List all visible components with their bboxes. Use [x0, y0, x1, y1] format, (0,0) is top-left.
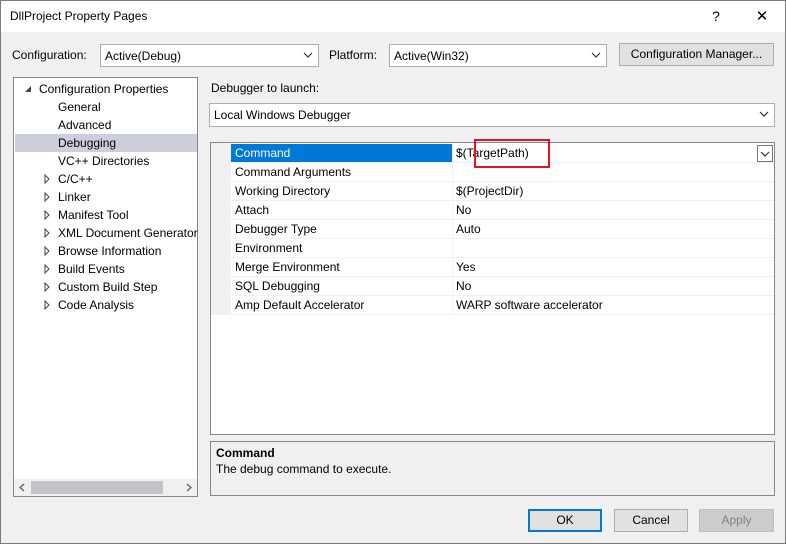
- apply-button[interactable]: Apply: [699, 509, 774, 532]
- platform-value: Active(Win32): [394, 49, 469, 63]
- grid-gutter: [211, 143, 231, 315]
- debugger-label: Debugger to launch:: [211, 81, 320, 95]
- description-text: The debug command to execute.: [216, 462, 392, 476]
- expand-triangle-icon[interactable]: [42, 282, 52, 292]
- property-value[interactable]: No: [453, 277, 753, 295]
- property-row[interactable]: Amp Default Accelerator WARP software acc…: [231, 296, 774, 315]
- scrollbar-thumb[interactable]: [31, 481, 163, 494]
- tree-item-xml-document-generator[interactable]: XML Document Generator: [58, 224, 198, 242]
- horizontal-scrollbar[interactable]: [14, 479, 197, 496]
- property-row[interactable]: Command Arguments: [231, 163, 774, 182]
- window-title: DllProject Property Pages: [10, 9, 148, 23]
- configuration-value: Active(Debug): [105, 49, 182, 63]
- tree-item-code-analysis[interactable]: Code Analysis: [58, 296, 134, 314]
- scroll-left-icon[interactable]: [18, 483, 26, 492]
- chevron-down-icon: [591, 52, 601, 58]
- debugger-dropdown[interactable]: Local Windows Debugger: [209, 103, 775, 127]
- close-button[interactable]: ✕: [739, 1, 785, 32]
- property-name: Debugger Type: [231, 220, 453, 238]
- chevron-down-icon: [760, 151, 770, 157]
- expand-triangle-icon[interactable]: [42, 246, 52, 256]
- value-dropdown-button[interactable]: [757, 145, 773, 162]
- property-row[interactable]: Attach No: [231, 201, 774, 220]
- description-panel: Command The debug command to execute.: [210, 441, 775, 496]
- title-bar: DllProject Property Pages ? ✕: [1, 1, 785, 32]
- expand-triangle-icon[interactable]: [42, 210, 52, 220]
- property-row[interactable]: SQL Debugging No: [231, 277, 774, 296]
- debugger-value: Local Windows Debugger: [214, 108, 351, 122]
- property-name: Merge Environment: [231, 258, 453, 276]
- tree-item-linker[interactable]: Linker: [58, 188, 91, 206]
- property-value[interactable]: [453, 239, 753, 257]
- help-button[interactable]: ?: [693, 1, 739, 32]
- tree-item-advanced[interactable]: Advanced: [58, 116, 111, 134]
- property-grid[interactable]: Command $(TargetPath) Command Arguments Wor…: [210, 139, 775, 435]
- configuration-dropdown[interactable]: Active(Debug): [100, 44, 319, 67]
- collapse-triangle-icon[interactable]: [23, 84, 33, 94]
- property-name: Command Arguments: [231, 163, 453, 181]
- tree-item-debugging[interactable]: Debugging: [15, 134, 197, 152]
- configuration-label: Configuration:: [12, 48, 87, 62]
- property-value[interactable]: [453, 163, 753, 181]
- platform-label: Platform:: [329, 48, 378, 62]
- property-name: SQL Debugging: [231, 277, 453, 295]
- property-row[interactable]: Merge Environment Yes: [231, 258, 774, 277]
- cancel-button[interactable]: Cancel: [614, 509, 688, 532]
- property-value[interactable]: Yes: [453, 258, 753, 276]
- property-value[interactable]: No: [453, 201, 753, 219]
- tree-item-c-c[interactable]: C/C++: [58, 170, 93, 188]
- platform-dropdown[interactable]: Active(Win32): [389, 44, 607, 67]
- chevron-down-icon: [303, 52, 313, 58]
- property-name: Attach: [231, 201, 453, 219]
- property-name: Command: [231, 144, 453, 162]
- expand-triangle-icon[interactable]: [42, 174, 52, 184]
- description-title: Command: [216, 446, 275, 460]
- property-name: Working Directory: [231, 182, 453, 200]
- property-value[interactable]: WARP software accelerator: [453, 296, 753, 314]
- scroll-right-icon[interactable]: [185, 483, 193, 492]
- category-tree[interactable]: Configuration Properties General Advanced…: [13, 77, 198, 497]
- expand-triangle-icon[interactable]: [42, 192, 52, 202]
- configuration-manager-button[interactable]: Configuration Manager...: [619, 43, 774, 66]
- property-name: Environment: [231, 239, 453, 257]
- property-value[interactable]: $(ProjectDir): [453, 182, 753, 200]
- property-row[interactable]: Environment: [231, 239, 774, 258]
- property-name: Amp Default Accelerator: [231, 296, 453, 314]
- tree-item-build-events[interactable]: Build Events: [58, 260, 125, 278]
- ok-button[interactable]: OK: [528, 509, 602, 532]
- tree-item-vc-directories[interactable]: VC++ Directories: [58, 152, 149, 170]
- property-row[interactable]: Working Directory $(ProjectDir): [231, 182, 774, 201]
- tree-item-custom-build-step[interactable]: Custom Build Step: [58, 278, 157, 296]
- tree-item-general[interactable]: General: [58, 98, 101, 116]
- property-row[interactable]: Command $(TargetPath): [231, 139, 774, 168]
- expand-triangle-icon[interactable]: [42, 228, 52, 238]
- property-value[interactable]: Auto: [453, 220, 753, 238]
- chevron-down-icon: [759, 111, 769, 117]
- tree-item-browse-information[interactable]: Browse Information: [58, 242, 161, 260]
- expand-triangle-icon[interactable]: [42, 264, 52, 274]
- property-pages-dialog: DllProject Property Pages ? ✕ Configurat…: [0, 0, 786, 544]
- property-row[interactable]: Debugger Type Auto: [231, 220, 774, 239]
- tree-item-manifest-tool[interactable]: Manifest Tool: [58, 206, 128, 224]
- tree-item-configuration-properties[interactable]: Configuration Properties: [39, 80, 168, 98]
- expand-triangle-icon[interactable]: [42, 300, 52, 310]
